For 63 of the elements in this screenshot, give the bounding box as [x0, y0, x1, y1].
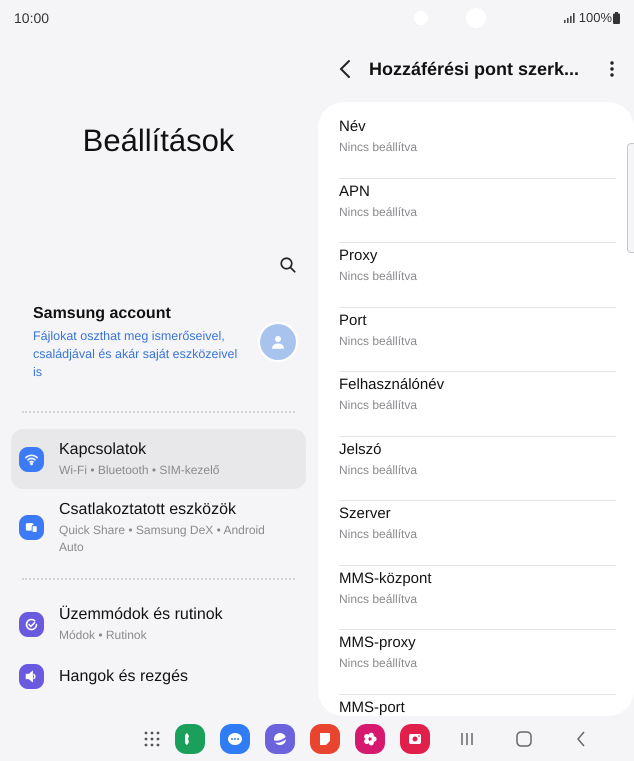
devices-icon	[19, 515, 44, 540]
item-title: Üzemmódok és rutinok	[59, 604, 223, 625]
setting-label: Név	[339, 117, 367, 137]
search-icon[interactable]	[279, 256, 297, 274]
setting-row[interactable]: Jelszó Nincs beállítva	[339, 436, 616, 501]
setting-row[interactable]: MMS-port	[339, 694, 616, 716]
item-title: Hangok és rezgés	[59, 666, 188, 686]
more-options-icon[interactable]	[610, 61, 614, 77]
item-title: Kapcsolatok	[59, 440, 148, 460]
camera-app-icon[interactable]	[400, 724, 430, 754]
battery-icon	[613, 12, 620, 24]
recents-icon[interactable]	[460, 732, 474, 746]
wifi-icon	[19, 446, 44, 472]
planet-app-icon[interactable]	[265, 724, 295, 754]
setting-label: Port	[339, 310, 368, 330]
setting-value: Nincs beállítva	[339, 462, 418, 478]
apps-grid-icon[interactable]	[144, 730, 160, 746]
setting-row[interactable]: APN Nincs beállítva	[339, 178, 616, 243]
settings-item[interactable]: Kapcsolatok Wi-Fi • Bluetooth • SIM-kezelő	[11, 429, 306, 489]
setting-row[interactable]: Proxy Nincs beállítva	[339, 243, 616, 308]
setting-row[interactable]: Port Nincs beállítva	[339, 308, 616, 372]
setting-value: Nincs beállítva	[339, 139, 418, 156]
setting-label: Proxy	[339, 246, 378, 266]
notes-app-icon[interactable]	[310, 724, 340, 754]
account-name: Samsung account	[33, 304, 172, 324]
setting-value: Nincs beállítva	[339, 397, 418, 414]
speaker-icon	[19, 664, 44, 689]
setting-label: MMS-port	[339, 698, 406, 716]
settings-item[interactable]: Hangok és rezgés	[11, 654, 306, 699]
setting-label: MMS-központ	[339, 568, 433, 588]
flower-app-icon[interactable]	[355, 724, 385, 754]
settings-item[interactable]: Csatlakoztatott eszközök Quick Share • Samsung DeX • Android Auto	[11, 489, 306, 566]
battery-percent: 100%	[578, 9, 612, 28]
item-subtitle: Quick Share • Samsung DeX • Android Auto	[59, 522, 266, 556]
setting-label: Szerver	[339, 504, 392, 524]
setting-value: Nincs beállítva	[339, 332, 418, 350]
phone-app-icon[interactable]	[175, 724, 205, 754]
setting-label: Jelszó	[339, 440, 383, 460]
setting-row[interactable]: Név Nincs beállítva	[339, 114, 616, 178]
setting-label: MMS-proxy	[339, 633, 417, 653]
setting-row[interactable]: MMS-központ Nincs beállítva	[339, 566, 616, 630]
setting-value: Nincs beállítva	[339, 655, 418, 672]
item-subtitle: Módok • Rutinok	[59, 627, 148, 644]
home-icon[interactable]	[516, 730, 532, 746]
item-subtitle: Wi-Fi • Bluetooth • SIM-kezelő	[59, 462, 220, 479]
item-title: Csatlakoztatott eszközök	[59, 500, 237, 520]
setting-value: Nincs beállítva	[339, 268, 418, 285]
status-time: 10:00	[14, 8, 50, 28]
setting-value: Nincs beállítva	[339, 204, 418, 220]
signal-icon	[564, 13, 575, 23]
page-title: Hozzáférési pont szerk...	[369, 58, 580, 81]
setting-label: Felhasználónév	[339, 375, 446, 395]
setting-row[interactable]: MMS-proxy Nincs beállítva	[339, 630, 616, 694]
setting-row[interactable]: Felhasználónév Nincs beállítva	[339, 372, 616, 436]
setting-label: APN	[339, 182, 371, 202]
setting-value: Nincs beállítva	[339, 526, 418, 543]
settings-title: Beállítások	[82, 122, 236, 160]
account-description: Fájlokat oszthat meg ismerőseivel, családjával és akár saját eszközeivel is	[33, 328, 238, 381]
settings-item[interactable]: Üzemmódok és rutinok Módok • Rutinok	[11, 594, 306, 654]
back-icon[interactable]	[339, 59, 351, 79]
setting-row[interactable]: Szerver Nincs beállítva	[339, 501, 616, 566]
setting-value: Nincs beállítva	[339, 590, 418, 608]
chat-app-icon[interactable]	[220, 724, 250, 754]
